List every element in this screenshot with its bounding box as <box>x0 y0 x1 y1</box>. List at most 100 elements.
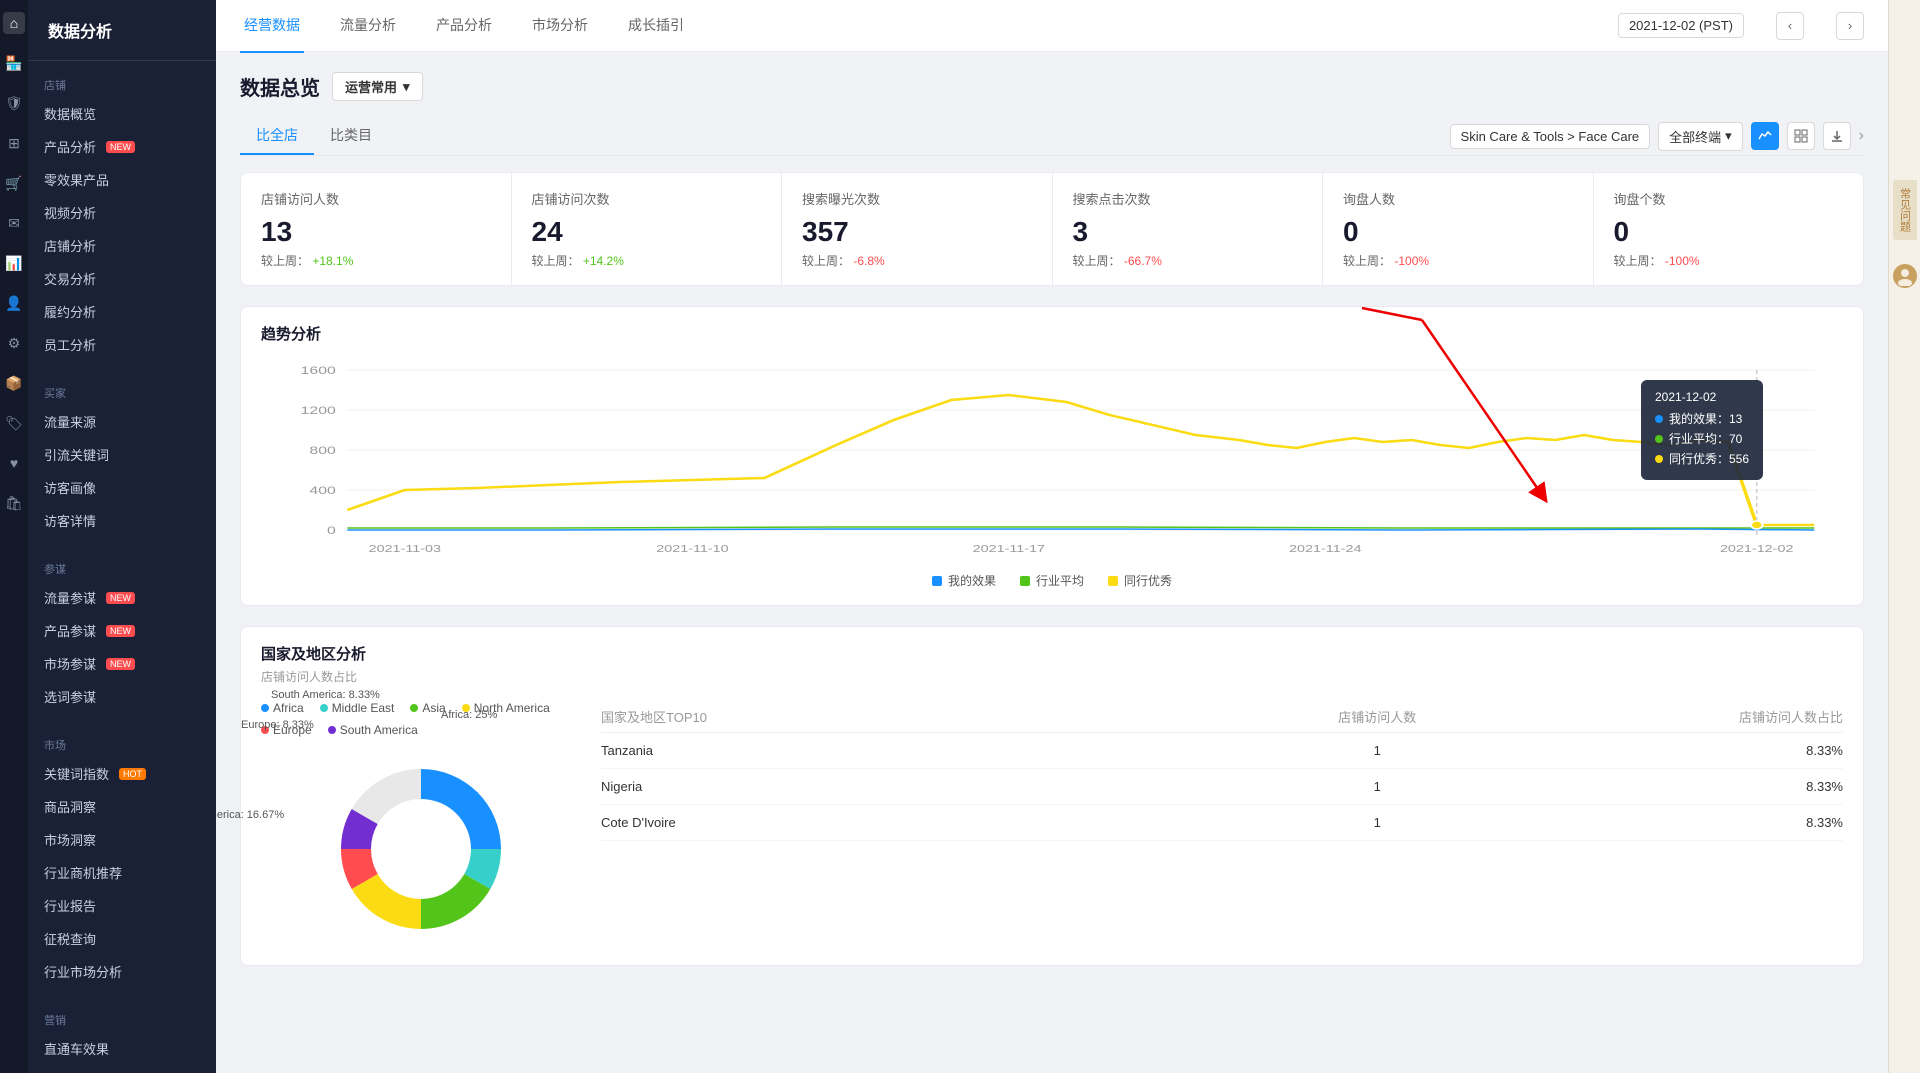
visits-1: 1 <box>1222 779 1533 794</box>
box-icon[interactable]: 📦 <box>3 372 25 394</box>
chart-icon[interactable]: 📊 <box>3 252 25 274</box>
stat-value-3: 3 <box>1073 216 1303 248</box>
message-icon[interactable]: ✉ <box>3 212 25 234</box>
download-icon <box>1830 129 1844 143</box>
tooltip-label-1: 行业平均：70 <box>1669 430 1742 447</box>
sidebar-item-征税查询[interactable]: 征税查询 <box>28 922 216 955</box>
pie-dot-asia <box>410 704 418 712</box>
sidebar-item-市场洞察[interactable]: 市场洞察 <box>28 823 216 856</box>
chevron-down-icon-2: ▾ <box>403 79 410 95</box>
sidebar-item-选词参谋[interactable]: 选词参谋 <box>28 680 216 713</box>
stat-change-value-0: +18.1% <box>312 254 353 268</box>
people-icon[interactable]: 👤 <box>3 292 25 314</box>
table-view-button[interactable] <box>1787 122 1815 150</box>
sidebar-item-市场参谋[interactable]: 市场参谋 NEW <box>28 647 216 680</box>
expand-button[interactable]: › <box>1859 127 1864 145</box>
legend-item-1[interactable]: 行业平均 <box>1020 572 1084 589</box>
shield-icon[interactable]: 🛡 <box>3 92 25 114</box>
terminal-filter-label: 全部终端 <box>1669 127 1721 146</box>
tooltip-dot-1 <box>1655 435 1663 443</box>
legend-dot-0 <box>932 576 942 586</box>
section-label-market: 市场 <box>28 729 216 757</box>
sidebar-item-访客画像[interactable]: 访客画像 <box>28 471 216 504</box>
sidebar-item-数据概览[interactable]: 数据概览 <box>28 97 216 130</box>
sidebar-item-履约分析[interactable]: 履约分析 <box>28 295 216 328</box>
next-date-button[interactable]: › <box>1836 12 1864 40</box>
home-icon[interactable]: ⌂ <box>3 12 25 34</box>
svg-text:1600: 1600 <box>301 364 337 376</box>
stat-value-1: 24 <box>532 216 762 248</box>
download-button[interactable] <box>1823 122 1851 150</box>
tag-icon[interactable]: 🏷 <box>3 412 25 434</box>
date-picker[interactable]: 2021-12-02 (PST) <box>1618 13 1744 38</box>
cart-icon[interactable]: 🛒 <box>3 172 25 194</box>
sidebar-item-产品参谋[interactable]: 产品参谋 NEW <box>28 614 216 647</box>
tab-比全店[interactable]: 比全店 <box>240 117 314 155</box>
sidebar-item-行业商机推荐[interactable]: 行业商机推荐 <box>28 856 216 889</box>
stat-label-4: 询盘人数 <box>1343 189 1573 208</box>
sidebar-item-直通车效果[interactable]: 直通车效果 <box>28 1032 216 1065</box>
sidebar-item-流量参谋[interactable]: 流量参谋 NEW <box>28 581 216 614</box>
sidebar-item-流量来源[interactable]: 流量来源 <box>28 405 216 438</box>
grid-icon[interactable]: ⊞ <box>3 132 25 154</box>
sidebar: 数据分析 店铺 数据概览 产品分析 NEW 零效果产品 视频分析 店铺分析 交易… <box>28 0 216 1073</box>
table-icon <box>1794 129 1808 143</box>
chevron-down-icon-4: ▾ <box>1725 128 1732 144</box>
tab-产品分析[interactable]: 产品分析 <box>432 0 496 53</box>
store-icon[interactable]: 🏪 <box>3 52 25 74</box>
stat-card-1: 店铺访问次数 24 较上周： +14.2% <box>512 173 783 285</box>
tab-流量分析[interactable]: 流量分析 <box>336 0 400 53</box>
terminal-filter[interactable]: 全部终端 ▾ <box>1658 122 1743 151</box>
tab-市场分析[interactable]: 市场分析 <box>528 0 592 53</box>
settings-icon[interactable]: ⚙ <box>3 332 25 354</box>
sidebar-item-员工分析[interactable]: 员工分析 <box>28 328 216 361</box>
legend-label-2: 同行优秀 <box>1124 572 1172 589</box>
legend-item-0[interactable]: 我的效果 <box>932 572 996 589</box>
sidebar-item-店铺分析[interactable]: 店铺分析 <box>28 229 216 262</box>
sidebar-item-关键词指数[interactable]: 关键词指数 HOT <box>28 757 216 790</box>
table-row: Cote D'Ivoire 1 8.33% <box>601 805 1843 841</box>
sidebar-item-行业市场分析[interactable]: 行业市场分析 <box>28 955 216 988</box>
pie-legend-label-southamerica: South America <box>340 723 418 737</box>
table-row: Tanzania 1 8.33% <box>601 733 1843 769</box>
tab-成长插引[interactable]: 成长插引 <box>624 0 688 53</box>
tooltip-row-1: 行业平均：70 <box>1655 430 1749 447</box>
sidebar-item-零效果产品[interactable]: 零效果产品 <box>28 163 216 196</box>
sidebar-item-商品洞察[interactable]: 商品洞察 <box>28 790 216 823</box>
prev-date-button[interactable]: ‹ <box>1776 12 1804 40</box>
stat-label-1: 店铺访问次数 <box>532 189 762 208</box>
line-chart-icon <box>1758 129 1772 143</box>
category-filter[interactable]: Skin Care & Tools > Face Care <box>1450 124 1651 149</box>
right-panel-label[interactable]: 常见问题 <box>1893 180 1917 240</box>
tooltip-label-2: 同行优秀：556 <box>1669 450 1749 467</box>
stat-change-1: 较上周： +14.2% <box>532 252 762 269</box>
visits-0: 1 <box>1222 743 1533 758</box>
pie-legend-label-middleeast: Middle East <box>332 701 395 715</box>
svg-text:800: 800 <box>309 444 336 456</box>
legend-item-2[interactable]: 同行优秀 <box>1108 572 1172 589</box>
top-nav: 经营数据 流量分析 产品分析 市场分析 成长插引 2021-12-02 (PST… <box>216 0 1888 52</box>
stat-label-2: 搜索曝光次数 <box>802 189 1032 208</box>
pie-legend-MiddleEast: Middle East <box>320 701 395 715</box>
stats-row: 店铺访问人数 13 较上周： +18.1% 店铺访问次数 24 较上周： +14… <box>240 172 1864 286</box>
sidebar-item-引流关键词[interactable]: 引流关键词 <box>28 438 216 471</box>
sidebar-item-访客详情[interactable]: 访客详情 <box>28 504 216 537</box>
sidebar-item-交易分析[interactable]: 交易分析 <box>28 262 216 295</box>
bag-icon[interactable]: 🛍 <box>3 492 25 514</box>
section-label-advisor: 参谋 <box>28 553 216 581</box>
pie-legend-Africa: Africa <box>261 701 304 715</box>
heart-icon[interactable]: ♥ <box>3 452 25 474</box>
sidebar-item-行业报告[interactable]: 行业报告 <box>28 889 216 922</box>
preset-dropdown[interactable]: 运营常用 ▾ <box>332 72 423 101</box>
tab-比类目[interactable]: 比类目 <box>314 117 388 155</box>
sidebar-item-视频分析[interactable]: 视频分析 <box>28 196 216 229</box>
section-label-store: 店铺 <box>28 69 216 97</box>
stat-card-0: 店铺访问人数 13 较上周： +18.1% <box>241 173 512 285</box>
tab-经营数据[interactable]: 经营数据 <box>240 0 304 53</box>
sidebar-item-产品分析[interactable]: 产品分析 NEW <box>28 130 216 163</box>
badge-new-2: NEW <box>106 592 135 604</box>
chart-view-button[interactable] <box>1751 122 1779 150</box>
tabs-right: Skin Care & Tools > Face Care 全部终端 ▾ › <box>1450 122 1864 151</box>
stat-change-5: 较上周： -100% <box>1614 252 1844 269</box>
tooltip-dot-2 <box>1655 455 1663 463</box>
